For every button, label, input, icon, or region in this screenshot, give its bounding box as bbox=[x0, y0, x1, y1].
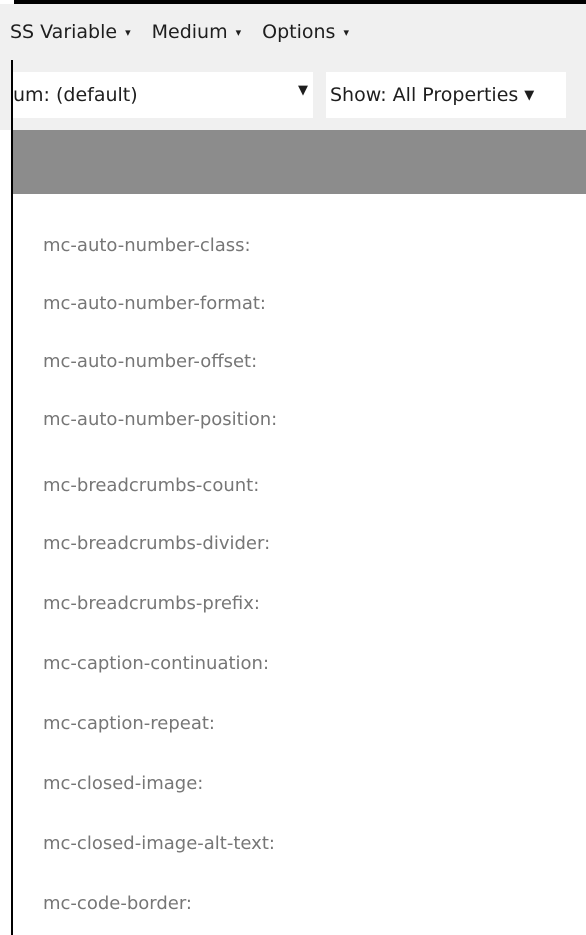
property-item[interactable]: mc-auto-number-position: bbox=[43, 409, 277, 430]
property-item[interactable]: mc-auto-number-class: bbox=[43, 235, 251, 256]
dropdown-arrow-icon: ▼ bbox=[298, 83, 308, 98]
medium-select-value: um: (default) bbox=[13, 84, 138, 106]
property-item[interactable]: mc-auto-number-format: bbox=[43, 293, 266, 314]
property-item[interactable]: mc-auto-number-offset: bbox=[43, 351, 257, 372]
chevron-down-icon: ▾ bbox=[343, 25, 349, 39]
menu-bar: SS Variable ▾ Medium ▾ Options ▾ bbox=[0, 4, 586, 60]
chevron-down-icon: ▾ bbox=[125, 25, 131, 39]
css-variable-menu[interactable]: SS Variable ▾ bbox=[10, 4, 131, 60]
options-menu[interactable]: Options ▾ bbox=[262, 4, 349, 60]
property-item[interactable]: mc-caption-continuation: bbox=[43, 653, 269, 674]
dropdown-arrow-icon: ▼ bbox=[524, 87, 535, 103]
property-item[interactable]: mc-breadcrumbs-prefix: bbox=[43, 593, 260, 614]
window-left-border bbox=[11, 60, 13, 935]
property-item[interactable]: mc-closed-image-alt-text: bbox=[43, 833, 275, 854]
options-menu-label: Options bbox=[262, 21, 336, 43]
property-item[interactable]: mc-caption-repeat: bbox=[43, 713, 215, 734]
show-filter-select[interactable]: Show: All Properties ▼ bbox=[326, 72, 566, 118]
medium-menu-label: Medium bbox=[151, 21, 228, 43]
css-variable-menu-label: SS Variable bbox=[10, 21, 118, 43]
properties-panel: SS Variable ▾ Medium ▾ Options ▾ um: (de… bbox=[0, 0, 586, 935]
property-list: mc-auto-number-class: mc-auto-number-for… bbox=[13, 194, 586, 935]
property-item[interactable]: mc-breadcrumbs-count: bbox=[43, 475, 259, 496]
property-item[interactable]: mc-breadcrumbs-divider: bbox=[43, 533, 270, 554]
property-item[interactable]: mc-code-border: bbox=[43, 893, 192, 914]
medium-select[interactable]: um: (default) ▼ bbox=[13, 72, 313, 118]
property-item[interactable]: mc-closed-image: bbox=[43, 773, 203, 794]
toolbar: um: (default) ▼ Show: All Properties ▼ bbox=[0, 60, 586, 130]
medium-menu[interactable]: Medium ▾ bbox=[152, 4, 242, 60]
show-select-value: Show: All Properties bbox=[330, 84, 519, 106]
chevron-down-icon: ▾ bbox=[235, 25, 242, 39]
grid-header-bar bbox=[13, 130, 586, 194]
